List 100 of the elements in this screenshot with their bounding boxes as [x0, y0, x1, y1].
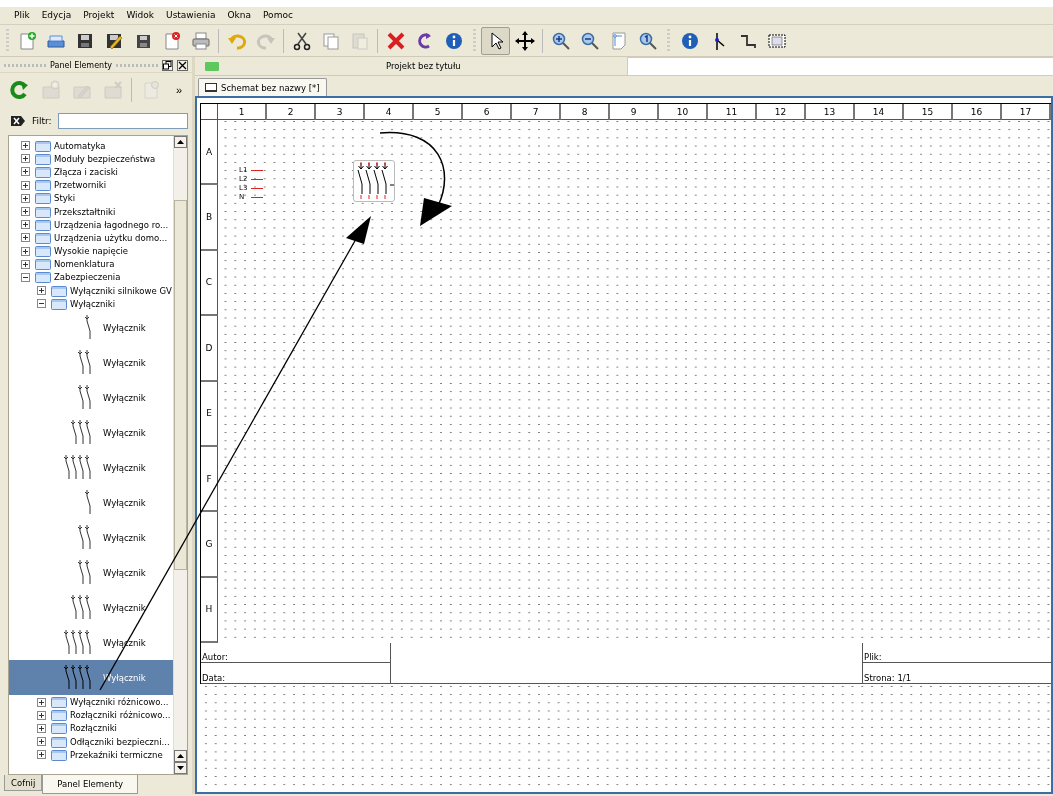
tree-item-label: Wyłącznik	[103, 392, 146, 403]
tree-item-label: Wyłączniki	[70, 298, 116, 309]
zoom-reset-icon	[637, 30, 658, 51]
element-item[interactable]: Wyłącznik	[9, 520, 173, 556]
expand-icon[interactable]	[37, 286, 46, 296]
schema-tab[interactable]: Schemat bez nazwy [*]	[198, 78, 327, 96]
tree-item[interactable]: Wyłączniki silnikowe GV	[9, 284, 173, 298]
expand-icon[interactable]	[21, 193, 30, 203]
element-item[interactable]: Wyłącznik	[9, 415, 173, 451]
tree-item[interactable]: Przekształtniki	[9, 204, 173, 219]
tree-item[interactable]: Automatyka	[9, 139, 173, 153]
scroll-down-button[interactable]	[174, 762, 187, 774]
expand-icon[interactable]	[21, 167, 30, 177]
up-arrow-icon	[177, 754, 184, 758]
tree-item[interactable]: Nomenklatura	[9, 257, 173, 271]
column-label: 7	[512, 104, 561, 120]
element-item[interactable]: Wyłącznik	[9, 590, 173, 626]
tree-item-label: Urządzenia użytku domo...	[54, 232, 168, 243]
tree-item-label: Nomenklatura	[54, 259, 115, 270]
project-icon	[205, 61, 219, 71]
dock-tab[interactable]: Panel Elementy	[42, 775, 139, 794]
tree-item[interactable]: Rozłączniki różnicowo...	[9, 708, 173, 722]
close-icon	[178, 60, 187, 70]
menu-item[interactable]: Plik	[8, 7, 36, 24]
expand-icon[interactable]	[21, 180, 30, 190]
filter-field[interactable]	[57, 113, 188, 129]
element-item[interactable]: Wyłącznik	[9, 345, 173, 381]
tree-item-label: Wysokie napięcie	[54, 246, 128, 257]
page-number: Strona: 1/1	[863, 663, 1051, 685]
tree-item-label: Wyłącznik	[103, 427, 146, 438]
menu-item[interactable]: Okna	[221, 7, 257, 24]
folder-icon	[35, 218, 51, 231]
scroll-up-button[interactable]	[174, 136, 187, 148]
zoom-out-icon	[579, 30, 600, 51]
tree-item[interactable]: Styki	[9, 191, 173, 205]
menu-item[interactable]: Widok	[120, 7, 161, 24]
tree-item[interactable]: Rozłączniki	[9, 721, 173, 735]
scrollbar-thumb[interactable]	[174, 200, 187, 570]
expand-icon[interactable]	[37, 750, 46, 760]
tree-item[interactable]: Przetworniki	[9, 178, 173, 192]
tree-item[interactable]: Odłączniki bezpieczni...	[9, 735, 173, 749]
row-label: B	[201, 185, 218, 251]
tree-item[interactable]: Przekaźniki termiczne	[9, 748, 173, 762]
column-label: 1	[218, 104, 267, 120]
tree-item[interactable]: Wyłączniki różnicowo...	[9, 695, 173, 709]
tree-item[interactable]: Wysokie napięcie	[9, 244, 173, 258]
author-field-label: Autor:	[201, 643, 391, 664]
folder-icon	[35, 192, 51, 205]
switch-symbol[interactable]	[353, 160, 395, 202]
expand-icon[interactable]	[21, 259, 30, 269]
expand-icon[interactable]	[37, 697, 46, 707]
column-label: 5	[414, 104, 463, 120]
tree-item[interactable]: Wyłączniki	[9, 297, 173, 311]
dock-tab[interactable]: Cofnij	[4, 775, 43, 791]
tree-item[interactable]: Złącza i zaciski	[9, 165, 173, 179]
collapse-icon[interactable]	[21, 272, 30, 282]
expand-icon[interactable]	[37, 737, 46, 747]
expand-icon[interactable]	[21, 154, 30, 164]
column-label: 15	[904, 104, 953, 120]
expand-icon[interactable]	[21, 141, 30, 151]
column-label: 14	[855, 104, 904, 120]
element-item[interactable]: Wyłącznik	[9, 450, 173, 486]
terminal-line-icon	[251, 196, 263, 199]
element-item[interactable]: Wyłącznik	[9, 555, 173, 591]
menu-item[interactable]: Projekt	[77, 7, 121, 24]
expand-icon[interactable]	[37, 710, 46, 720]
row-label: F	[201, 446, 218, 513]
clipboard-icon	[349, 30, 370, 51]
expand-icon[interactable]	[21, 233, 30, 243]
column-label: 8	[561, 104, 610, 120]
select-button[interactable]	[481, 26, 510, 55]
element-item[interactable]: Wyłącznik	[9, 380, 173, 416]
up-arrow-icon	[177, 140, 184, 144]
collapse-icon[interactable]	[37, 299, 46, 309]
tree-item-label: Wyłączniki silnikowe GV	[70, 285, 172, 296]
float-button[interactable]	[162, 59, 173, 71]
folder-icon	[35, 231, 51, 244]
tree-item[interactable]: Zabezpieczenia	[9, 270, 173, 285]
element-item[interactable]: Wyłącznik	[9, 310, 173, 346]
tree-item[interactable]: Urządzenia użytku domo...	[9, 231, 173, 245]
element-item[interactable]: Wyłącznik	[9, 485, 173, 521]
tree-item-label: Rozłączniki różnicowo...	[70, 710, 171, 721]
clear-filter-icon[interactable]	[10, 115, 26, 127]
row-label: A	[201, 120, 218, 186]
scroll-up-button[interactable]	[174, 750, 187, 762]
close-button[interactable]	[177, 59, 188, 71]
tree-item[interactable]: Moduły bezpieczeństwa	[9, 152, 173, 166]
menu-item[interactable]: Pomoc	[257, 7, 299, 24]
expand-icon[interactable]	[21, 246, 30, 256]
folder-icon	[51, 722, 67, 735]
menu-item[interactable]: Edycja	[35, 7, 78, 24]
toolbar-overflow-button[interactable]: »	[169, 84, 188, 96]
tree-item[interactable]: Urządzenia łagodnego ro...	[9, 218, 173, 232]
terminal-line-icon	[251, 169, 263, 172]
row-label: C	[201, 250, 218, 317]
expand-icon[interactable]	[21, 220, 30, 230]
column-label: 9	[610, 104, 659, 120]
expand-icon[interactable]	[21, 207, 30, 217]
menu-item[interactable]: Ustawienia	[160, 7, 222, 24]
expand-icon[interactable]	[37, 723, 46, 733]
